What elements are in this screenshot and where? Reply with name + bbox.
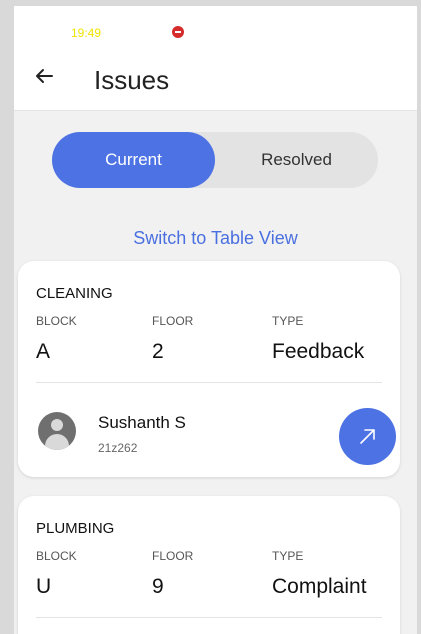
block-label: BLOCK	[36, 314, 77, 328]
floor-value: 9	[152, 575, 164, 598]
type-label: TYPE	[272, 314, 304, 328]
notification-icon	[172, 26, 184, 38]
page-title: Issues	[94, 65, 170, 95]
block-label: BLOCK	[36, 549, 77, 563]
user-avatar-icon	[38, 412, 76, 450]
open-issue-button[interactable]	[339, 408, 396, 465]
tab-resolved[interactable]: Resolved	[215, 132, 378, 188]
back-arrow-icon[interactable]	[32, 64, 56, 88]
status-segmented-control: Current Resolved	[52, 132, 378, 188]
tab-current[interactable]: Current	[52, 132, 215, 188]
top-bar: 19:49 Issues	[14, 6, 417, 111]
divider	[36, 382, 382, 383]
issue-category: CLEANING	[36, 285, 113, 302]
issue-category: PLUMBING	[36, 520, 115, 537]
user-id: 21z262	[98, 441, 138, 455]
issue-card[interactable]: CLEANING BLOCK FLOOR TYPE A 2 Feedback S…	[18, 261, 400, 477]
issue-card[interactable]: PLUMBING BLOCK FLOOR TYPE U 9 Complaint	[18, 496, 400, 634]
type-value: Complaint	[272, 575, 367, 598]
switch-to-table-view-link[interactable]: Switch to Table View	[14, 228, 417, 249]
arrow-up-right-icon	[360, 429, 375, 444]
divider	[36, 617, 382, 618]
block-value: U	[36, 575, 52, 598]
type-label: TYPE	[272, 549, 304, 563]
floor-label: FLOOR	[152, 549, 194, 563]
app-screen: 19:49 Issues Current Resolved Switch to …	[14, 6, 417, 634]
block-value: A	[36, 340, 51, 363]
user-name: Sushanth S	[98, 413, 186, 432]
status-time: 19:49	[71, 26, 102, 40]
floor-value: 2	[152, 340, 164, 363]
floor-label: FLOOR	[152, 314, 194, 328]
type-value: Feedback	[272, 340, 365, 363]
